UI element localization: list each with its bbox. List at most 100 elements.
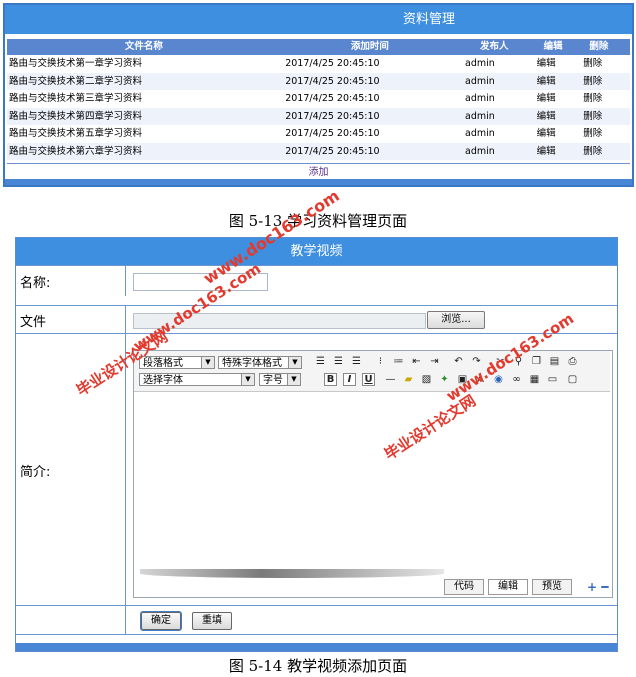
table-row: 路由与交换技术第六章学习资料 2017/4/25 20:45:10 admin … xyxy=(7,142,630,161)
edit-link[interactable]: 编辑 xyxy=(532,90,584,108)
tab-edit[interactable]: 编辑 xyxy=(488,579,528,595)
align-left-icon[interactable]: ☰ xyxy=(314,355,327,368)
paste-icon[interactable]: ▤ xyxy=(548,355,561,368)
row-add-time: 2017/4/25 20:45:10 xyxy=(285,110,380,122)
flash-icon[interactable]: ✦ xyxy=(438,373,451,386)
resize-controls: + ━ xyxy=(587,580,608,594)
row-file-name: 路由与交换技术第四章学习资料 xyxy=(9,110,143,122)
form-title: 教学视频 xyxy=(16,238,617,265)
col-file-name: 文件名称 xyxy=(124,41,163,52)
font-size-select[interactable]: 字号 ▼ xyxy=(259,373,301,386)
paragraph-format-select[interactable]: 段落格式 ▼ xyxy=(139,356,215,369)
special-font-value: 特殊字体格式 xyxy=(222,358,282,369)
print-icon[interactable]: ⎙ xyxy=(566,355,579,368)
image-icon[interactable]: ▧ xyxy=(420,373,433,386)
row-add-time: 2017/4/25 20:45:10 xyxy=(285,58,380,69)
table-row: 路由与交换技术第四章学习资料 2017/4/25 20:45:10 admin … xyxy=(7,107,630,126)
panel-bottom-bar xyxy=(5,179,632,185)
row-file-name: 路由与交换技术第二章学习资料 xyxy=(9,75,143,87)
delete-link[interactable]: 删除 xyxy=(583,90,630,108)
special-char-icon[interactable]: ▭ xyxy=(546,373,559,386)
row-file-name: 路由与交换技术第一章学习资料 xyxy=(9,58,143,69)
highlight-icon[interactable]: ▰ xyxy=(402,373,415,386)
chevron-down-icon: ▼ xyxy=(201,357,214,368)
col-edit: 编辑 xyxy=(543,41,563,52)
table-row: 路由与交换技术第三章学习资料 2017/4/25 20:45:10 admin … xyxy=(7,90,630,108)
font-family-select[interactable]: 选择字体 ▼ xyxy=(139,373,255,386)
actions-row: 确定 重填 xyxy=(16,605,617,634)
editor-toolbar: 段落格式 ▼ 特殊字体格式 ▼ 选择字体 ▼ 字号 ▼ ☰ ☰ ☰ ⁝ ≔ ⇤ … xyxy=(134,351,610,392)
table-row: 路由与交换技术第五章学习资料 2017/4/25 20:45:10 admin … xyxy=(7,125,630,143)
italic-icon[interactable]: I xyxy=(343,373,356,386)
row-publisher: admin xyxy=(465,110,495,122)
chevron-down-icon: ▼ xyxy=(241,374,254,385)
table-row: 路由与交换技术第一章学习资料 2017/4/25 20:45:10 admin … xyxy=(7,55,630,73)
name-label: 名称: xyxy=(16,266,126,296)
undo-icon[interactable]: ↶ xyxy=(452,355,465,368)
add-link[interactable]: 添加 xyxy=(309,167,329,178)
row-file-name: 路由与交换技术第三章学习资料 xyxy=(9,93,143,104)
row-publisher: admin xyxy=(465,145,495,157)
outdent-icon[interactable]: ⇤ xyxy=(410,355,423,368)
row-file-name: 路由与交换技术第五章学习资料 xyxy=(9,128,143,139)
file-label: 文件 xyxy=(16,306,126,334)
panel-title: 资料管理 xyxy=(5,5,632,34)
font-size-value: 字号 xyxy=(263,375,283,386)
font-family-value: 选择字体 xyxy=(143,375,183,386)
col-add-time: 添加时间 xyxy=(350,41,389,52)
link-icon[interactable]: ∞ xyxy=(510,373,523,386)
numbered-list-icon[interactable]: ≔ xyxy=(392,355,405,368)
add-video-form: 教学视频 名称: 文件 浏览... 简介: 段落格式 ▼ 特殊字体格式 ▼ 选择 xyxy=(15,237,618,652)
confirm-button[interactable]: 确定 xyxy=(140,611,182,631)
form-bottom-bar xyxy=(16,643,617,651)
name-row: 名称: xyxy=(16,265,617,296)
reset-button[interactable]: 重填 xyxy=(192,612,232,630)
tab-preview[interactable]: 预览 xyxy=(532,579,572,595)
special-font-select[interactable]: 特殊字体格式 ▼ xyxy=(218,356,302,369)
file-row: 文件 浏览... xyxy=(16,305,617,334)
edit-link[interactable]: 编辑 xyxy=(532,55,584,73)
underline-icon[interactable]: U xyxy=(362,373,375,386)
row-add-time: 2017/4/25 20:45:10 xyxy=(285,128,380,139)
fullscreen-icon[interactable]: ▢ xyxy=(566,373,579,386)
paragraph-format-value: 段落格式 xyxy=(143,358,183,369)
indent-icon[interactable]: ⇥ xyxy=(428,355,441,368)
delete-link[interactable]: 删除 xyxy=(583,108,630,126)
row-publisher: admin xyxy=(465,128,495,139)
table-row: 路由与交换技术第二章学习资料 2017/4/25 20:45:10 admin … xyxy=(7,72,630,91)
edit-link[interactable]: 编辑 xyxy=(532,73,584,91)
copy-icon[interactable]: ❐ xyxy=(530,355,543,368)
chevron-down-icon: ▼ xyxy=(287,374,300,385)
delete-link[interactable]: 删除 xyxy=(583,125,630,143)
horizontal-rule-icon[interactable]: — xyxy=(384,373,397,386)
table-header: 文件名称 添加时间 发布人 编辑 删除 xyxy=(7,39,630,55)
row-file-name: 路由与交换技术第六章学习资料 xyxy=(9,145,143,157)
delete-link[interactable]: 删除 xyxy=(583,73,630,91)
delete-link[interactable]: 删除 xyxy=(583,55,630,73)
align-center-icon[interactable]: ☰ xyxy=(332,355,345,368)
rich-text-editor: 段落格式 ▼ 特殊字体格式 ▼ 选择字体 ▼ 字号 ▼ ☰ ☰ ☰ ⁝ ≔ ⇤ … xyxy=(133,350,613,598)
editor-content-area[interactable] xyxy=(134,392,610,568)
bold-icon[interactable]: B xyxy=(324,373,337,386)
browse-button[interactable]: 浏览... xyxy=(427,311,485,329)
minus-icon[interactable]: ━ xyxy=(601,580,608,594)
table-icon[interactable]: ▦ xyxy=(528,373,541,386)
plus-icon[interactable]: + xyxy=(587,580,597,594)
edit-link[interactable]: 编辑 xyxy=(532,108,584,126)
edit-link[interactable]: 编辑 xyxy=(532,125,584,143)
editor-mode-tabs: 代码 编辑 预览 xyxy=(444,579,576,595)
tab-code[interactable]: 代码 xyxy=(444,579,484,595)
bullet-list-icon[interactable]: ⁝ xyxy=(374,355,387,368)
edit-link[interactable]: 编辑 xyxy=(532,143,584,161)
row-publisher: admin xyxy=(465,93,495,104)
align-right-icon[interactable]: ☰ xyxy=(350,355,363,368)
col-delete: 删除 xyxy=(589,41,609,52)
row-add-time: 2017/4/25 20:45:10 xyxy=(285,93,380,104)
chevron-down-icon: ▼ xyxy=(288,357,301,368)
row-publisher: admin xyxy=(465,75,495,87)
delete-link[interactable]: 删除 xyxy=(583,143,630,161)
col-publisher: 发布人 xyxy=(480,41,509,52)
row-add-time: 2017/4/25 20:45:10 xyxy=(285,75,380,87)
resource-management-panel: 资料管理 文件名称 添加时间 发布人 编辑 删除 路由与交换技术第一章学习资料 … xyxy=(3,3,634,187)
editor-shadow xyxy=(140,569,444,578)
